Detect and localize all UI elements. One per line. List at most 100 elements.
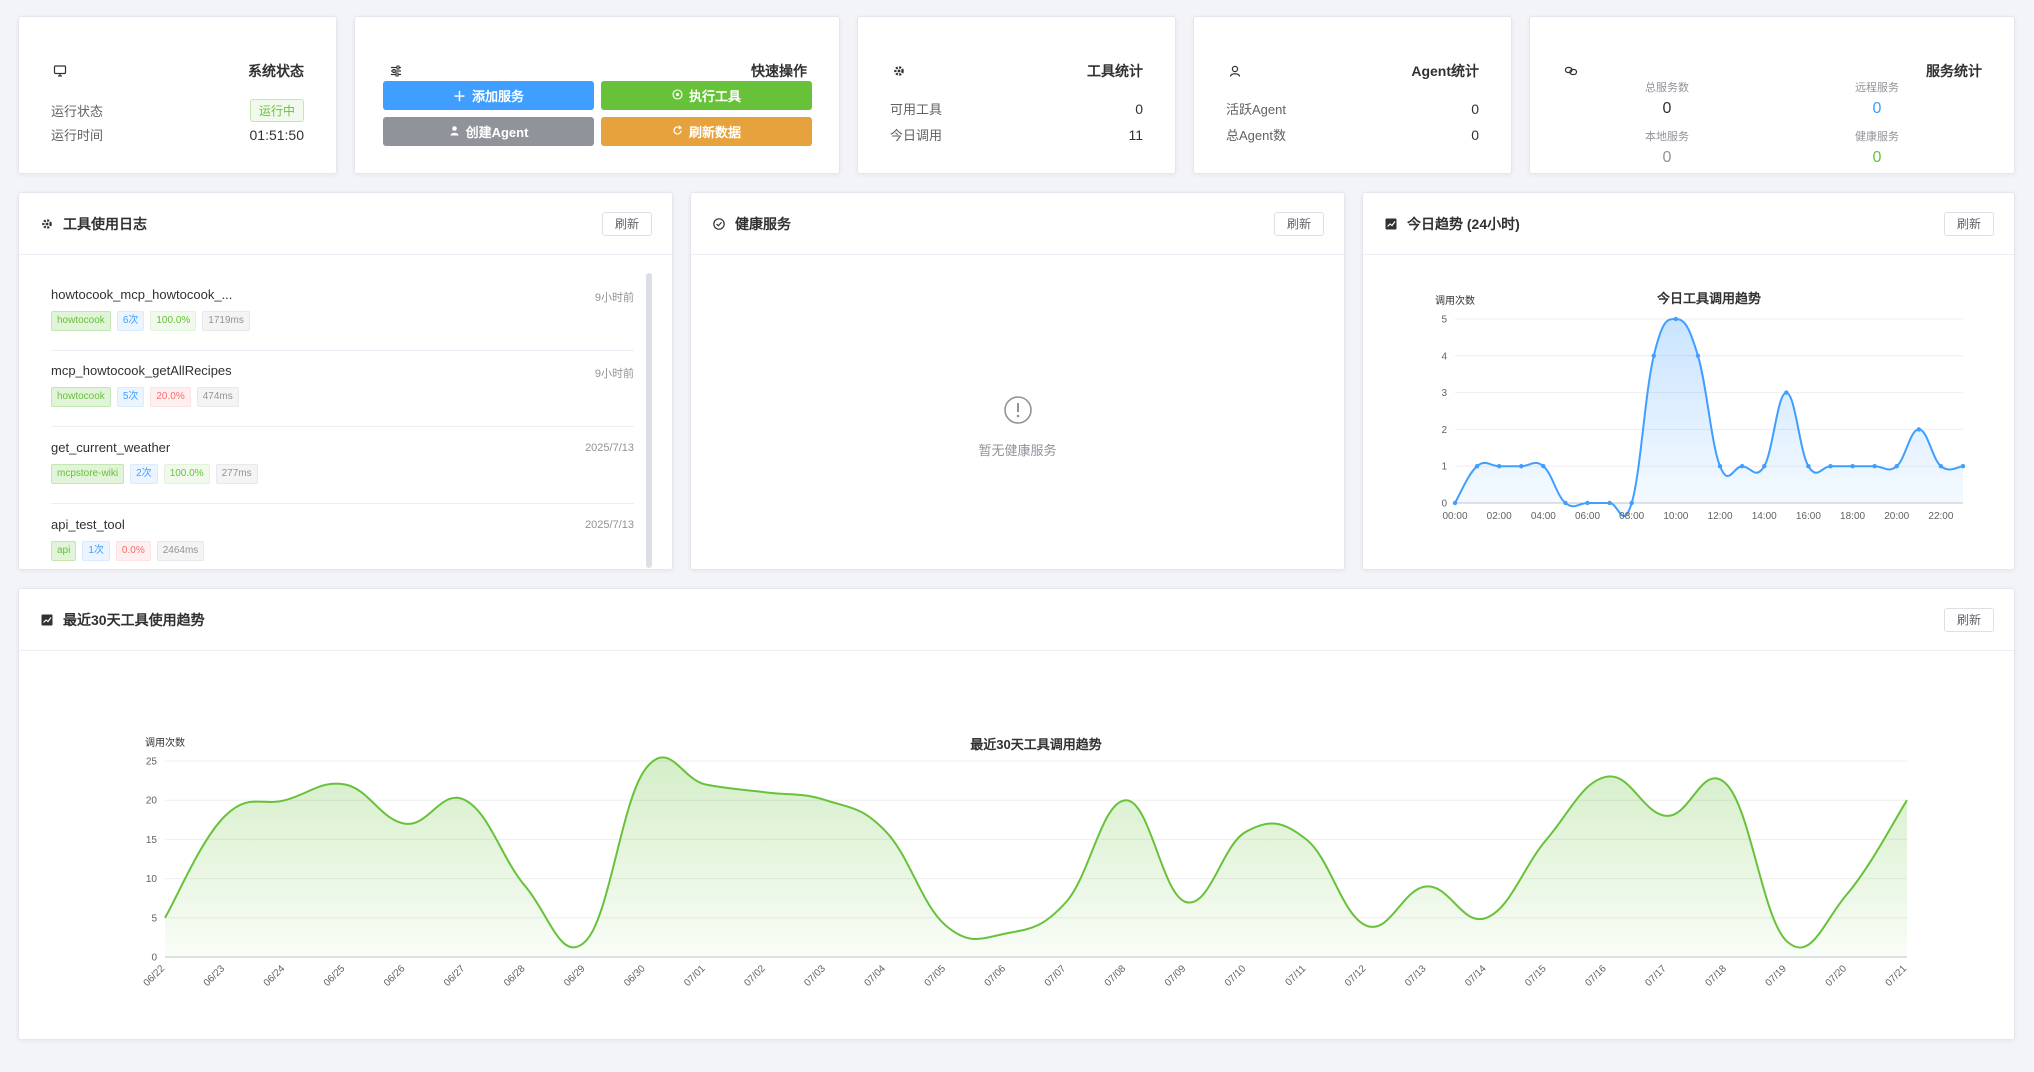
tool-log-title-wrap: 工具使用日志 [39, 214, 147, 234]
system-status-card: 系统状态 运行状态 运行中 运行时间 01:51:50 [18, 16, 337, 174]
log-tool-name: howtocook_mcp_howtocook_... [51, 287, 233, 302]
add-service-button[interactable]: ＋ 添加服务 [383, 81, 594, 110]
log-time: 9小时前 [594, 292, 634, 304]
y-tick-label: 5 [151, 913, 157, 924]
create-agent-button[interactable]: 创建Agent [383, 117, 594, 146]
x-tick-label: 08:00 [1619, 511, 1644, 522]
service-stats-title: 服务统计 [1926, 63, 1982, 79]
calls-tag: 2次 [130, 464, 158, 484]
data-point [1894, 464, 1899, 469]
total-agent-row: 总Agent数 0 [1226, 125, 1479, 144]
x-tick-label: 06/25 [322, 963, 348, 989]
sliders-icon [387, 62, 405, 80]
data-point [1784, 390, 1789, 395]
refresh-data-button[interactable]: 刷新数据 [601, 117, 812, 146]
x-tick-label: 10:00 [1663, 511, 1688, 522]
x-tick-label: 14:00 [1752, 511, 1777, 522]
data-point [1828, 464, 1833, 469]
success-rate-tag: 100.0% [163, 464, 210, 484]
y-tick-label: 2 [1441, 425, 1447, 436]
duration-tag: 1719ms [202, 311, 250, 331]
log-item[interactable]: mcp_howtocook_getAllRecipes 9小时前 howtoco… [51, 351, 634, 427]
chart-title: 最近30天工具调用趋势 [970, 737, 1101, 752]
run-tool-label: 执行工具 [688, 89, 741, 104]
add-service-label: 添加服务 [472, 89, 525, 104]
agent-stats-header: Agent统计 [1226, 53, 1479, 89]
today-calls-label: 今日调用 [890, 128, 943, 143]
tool-log-list: howtocook_mcp_howtocook_... 9小时前 howtoco… [19, 255, 672, 569]
active-agent-value: 0 [1471, 100, 1479, 117]
healthy-services-value: 0 [1872, 149, 1882, 166]
data-point [1629, 500, 1634, 506]
today-trend-refresh-button[interactable]: 刷新 [1943, 211, 1994, 236]
data-point [1739, 464, 1745, 469]
data-point [1717, 464, 1723, 469]
local-services-value: 0 [1662, 149, 1672, 166]
healthy-services-stat: 健康服务 0 [1772, 128, 1982, 167]
remote-services-label: 远程服务 [1855, 82, 1899, 94]
quick-actions-title: 快速操作 [751, 63, 807, 79]
healthy-services-header: 健康服务 刷新 [691, 193, 1344, 255]
empty-state: 暂无健康服务 [691, 395, 1344, 459]
month-trend-header: 最近30天工具使用趋势 刷新 [19, 589, 2014, 651]
data-point [1452, 500, 1458, 506]
log-scrollbar[interactable] [646, 273, 652, 568]
tool-log-refresh-button[interactable]: 刷新 [601, 211, 652, 236]
x-tick-label: 07/16 [1583, 963, 1609, 989]
healthy-services-label: 健康服务 [1855, 131, 1899, 143]
available-tools-row: 可用工具 0 [890, 99, 1143, 118]
tool-log-title: 工具使用日志 [63, 215, 147, 232]
log-item[interactable]: api_test_tool 2025/7/13 api 1次 0.0% 2464… [51, 505, 634, 569]
y-axis-label: 调用次数 [1435, 294, 1475, 307]
x-tick-label: 06/29 [562, 963, 588, 989]
tool-log-card: 工具使用日志 刷新 howtocook_mcp_howtocook_... 9小… [18, 192, 673, 570]
total-agent-value: 0 [1471, 126, 1479, 143]
agent-stats-card: Agent统计 活跃Agent 0 总Agent数 0 [1193, 16, 1512, 174]
log-tool-name: mcp_howtocook_getAllRecipes [51, 363, 232, 378]
x-tick-label: 18:00 [1840, 511, 1865, 522]
tool-stats-title: 工具统计 [1087, 63, 1143, 79]
x-tick-label: 07/19 [1764, 963, 1790, 989]
y-tick-label: 0 [151, 953, 157, 964]
data-point [1806, 464, 1811, 469]
month-trend-refresh-button[interactable]: 刷新 [1943, 607, 1994, 632]
available-tools-value: 0 [1135, 100, 1143, 117]
y-tick-label: 25 [146, 757, 158, 768]
x-tick-label: 06/24 [262, 963, 288, 989]
data-point [1563, 500, 1568, 506]
data-point [1519, 464, 1524, 469]
healthy-services-title: 健康服务 [735, 215, 791, 232]
total-services-label: 总服务数 [1645, 82, 1689, 94]
tool-stats-card: 工具统计 可用工具 0 今日调用 11 [857, 16, 1176, 174]
run-state-badge: 运行中 [249, 99, 304, 122]
log-item[interactable]: howtocook_mcp_howtocook_... 9小时前 howtoco… [51, 275, 634, 351]
play-circle-icon [672, 88, 683, 103]
y-tick-label: 10 [146, 874, 158, 885]
x-tick-label: 02:00 [1487, 511, 1512, 522]
tool-log-header: 工具使用日志 刷新 [19, 193, 672, 255]
x-tick-label: 07/17 [1643, 963, 1669, 989]
create-agent-label: 创建Agent [465, 125, 529, 140]
data-point [1585, 500, 1590, 506]
service-tag: howtocook [51, 311, 111, 331]
y-tick-label: 1 [1441, 462, 1447, 473]
run-tool-button[interactable]: 执行工具 [601, 81, 812, 110]
healthy-services-refresh-button[interactable]: 刷新 [1273, 211, 1324, 236]
service-tag: api [51, 541, 77, 561]
local-services: 本地服务 0 [1562, 128, 1772, 167]
service-stats-card: 服务统计 总服务数 0 远程服务 0 本地服务 0 健康服务 0 [1529, 16, 2015, 174]
active-agent-row: 活跃Agent 0 [1226, 99, 1479, 118]
log-item[interactable]: get_current_weather 2025/7/13 mcpstore-w… [51, 428, 634, 504]
chart-icon [1383, 216, 1399, 232]
duration-tag: 474ms [196, 387, 239, 407]
y-tick-label: 20 [146, 796, 158, 807]
quick-actions-card: 快速操作 ＋ 添加服务 执行工具 创建Agent 刷新数据 [354, 16, 840, 174]
gear-icon [39, 216, 55, 232]
warning-icon [1003, 396, 1033, 429]
month-trend-title-wrap: 最近30天工具使用趋势 [39, 610, 205, 630]
active-agent-label: 活跃Agent [1226, 102, 1286, 117]
x-tick-label: 07/01 [682, 963, 708, 989]
total-services: 总服务数 0 [1562, 79, 1772, 118]
x-tick-label: 07/11 [1283, 963, 1308, 988]
refresh-data-label: 刷新数据 [688, 125, 741, 140]
